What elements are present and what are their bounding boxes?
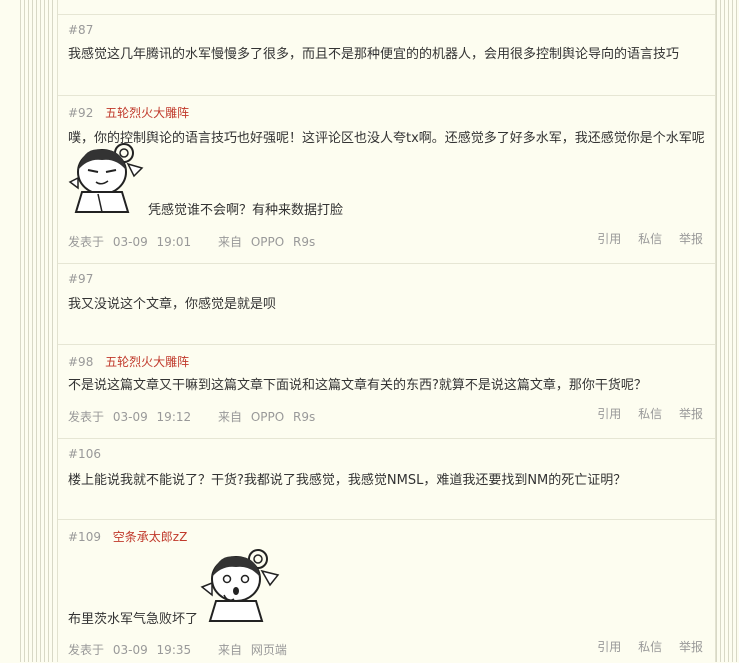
post-date: 03-09 — [112, 235, 148, 249]
comment-post-106: #106 楼上能说我就不能说了？干货?我都说了我感觉，我感觉NMSL，难道我还要… — [58, 438, 715, 520]
post-header: #98 五轮烈火大雕阵 — [68, 353, 189, 370]
message-button[interactable]: 私信 — [638, 232, 662, 246]
floor-number: #98 — [68, 355, 94, 369]
post-date: 03-09 — [112, 410, 148, 424]
source-device: 网页端 — [250, 643, 287, 657]
source-model: R9s — [293, 235, 316, 249]
quote-button[interactable]: 引用 — [597, 232, 621, 246]
post-header: #109 空条承太郎zZ — [68, 528, 187, 545]
post-actions: 引用 私信 举报 — [584, 230, 703, 247]
report-button[interactable]: 举报 — [679, 232, 703, 246]
post-header: #92 五轮烈火大雕阵 — [68, 104, 189, 121]
post-header: #106 — [68, 447, 101, 461]
posted-label: 发表于 — [68, 643, 105, 657]
chibi-smirk-sticker — [68, 142, 148, 214]
comment-post-87: #87 我感觉这几年腾讯的水军慢慢多了很多，而且不是那种便宜的的机器人，会用很多… — [58, 14, 715, 96]
message-button[interactable]: 私信 — [638, 407, 662, 421]
floor-number: #109 — [68, 530, 101, 544]
floor-number: #97 — [68, 272, 94, 286]
posted-label: 发表于 — [68, 410, 105, 424]
comment-post-97: #97 我又没说这个文章，你感觉是就是呗 — [58, 263, 715, 345]
report-button[interactable]: 举报 — [679, 640, 703, 654]
post-time: 19:35 — [156, 643, 192, 657]
message-button[interactable]: 私信 — [638, 640, 662, 654]
author-name[interactable]: 五轮烈火大雕阵 — [105, 355, 189, 369]
author-name[interactable]: 五轮烈火大雕阵 — [105, 106, 189, 120]
post-time: 19:01 — [156, 235, 192, 249]
comment-text: 我又没说这个文章，你感觉是就是呗 — [68, 297, 277, 312]
post-meta-footer: 发表于 03-09 19:01 来自 OPPO R9s — [68, 233, 320, 250]
comment-text: 楼上能说我就不能说了？干货?我都说了我感觉，我感觉NMSL，难道我还要找到NM的… — [68, 473, 627, 488]
source-label: 来自 — [217, 235, 242, 249]
author-name[interactable]: 空条承太郎zZ — [113, 530, 188, 544]
post-header: #97 — [68, 272, 93, 286]
decorative-stripes-right — [716, 0, 739, 662]
source-device: OPPO — [250, 410, 285, 424]
source-label: 来自 — [217, 410, 242, 424]
post-actions: 引用 私信 举报 — [584, 638, 703, 655]
comment-text: 凭感觉谁不会啊？有种来数据打脸 — [148, 203, 344, 218]
comment-post-109: #109 空条承太郎zZ 布里茨水军气急败坏了 发表于 03-09 19:35 — [58, 519, 715, 663]
comment-post-98: #98 五轮烈火大雕阵 不是说这篇文章又干嘛到这篇文章下面说和这篇文章有关的东西… — [58, 344, 715, 439]
posted-label: 发表于 — [68, 235, 105, 249]
source-device: OPPO — [250, 235, 285, 249]
comment-text: 我感觉这几年腾讯的水军慢慢多了很多，而且不是那种便宜的的机器人，会用很多控制舆论… — [68, 47, 680, 62]
decorative-stripes-left — [20, 0, 56, 662]
post-time: 19:12 — [156, 410, 192, 424]
quote-button[interactable]: 引用 — [597, 407, 621, 421]
post-meta-footer: 发表于 03-09 19:12 来自 OPPO R9s — [68, 408, 320, 425]
comment-text: 不是说这篇文章又干嘛到这篇文章下面说和这篇文章有关的东西?就算不是说这篇文章，那… — [68, 378, 647, 393]
report-button[interactable]: 举报 — [679, 407, 703, 421]
source-model: R9s — [293, 410, 316, 424]
post-meta-footer: 发表于 03-09 19:35 来自 网页端 — [68, 641, 292, 658]
chibi-shocked-sticker — [198, 547, 280, 623]
post-actions: 引用 私信 举报 — [584, 405, 703, 422]
floor-number: #92 — [68, 106, 94, 120]
comment-thread: #87 我感觉这几年腾讯的水军慢慢多了很多，而且不是那种便宜的的机器人，会用很多… — [57, 0, 716, 662]
comment-post-92: #92 五轮烈火大雕阵 噗，你的控制舆论的语言技巧也好强呢！这评论区也没人夸tx… — [58, 95, 715, 264]
source-label: 来自 — [217, 643, 242, 657]
comment-text: 噗，你的控制舆论的语言技巧也好强呢！这评论区也没人夸tx啊。还感觉多了好多水军，… — [68, 131, 705, 146]
comment-text: 布里茨水军气急败坏了 — [68, 612, 199, 627]
floor-number: #87 — [68, 23, 94, 37]
post-date: 03-09 — [112, 643, 148, 657]
post-header: #87 — [68, 23, 93, 37]
floor-number: #106 — [68, 447, 101, 461]
quote-button[interactable]: 引用 — [597, 640, 621, 654]
